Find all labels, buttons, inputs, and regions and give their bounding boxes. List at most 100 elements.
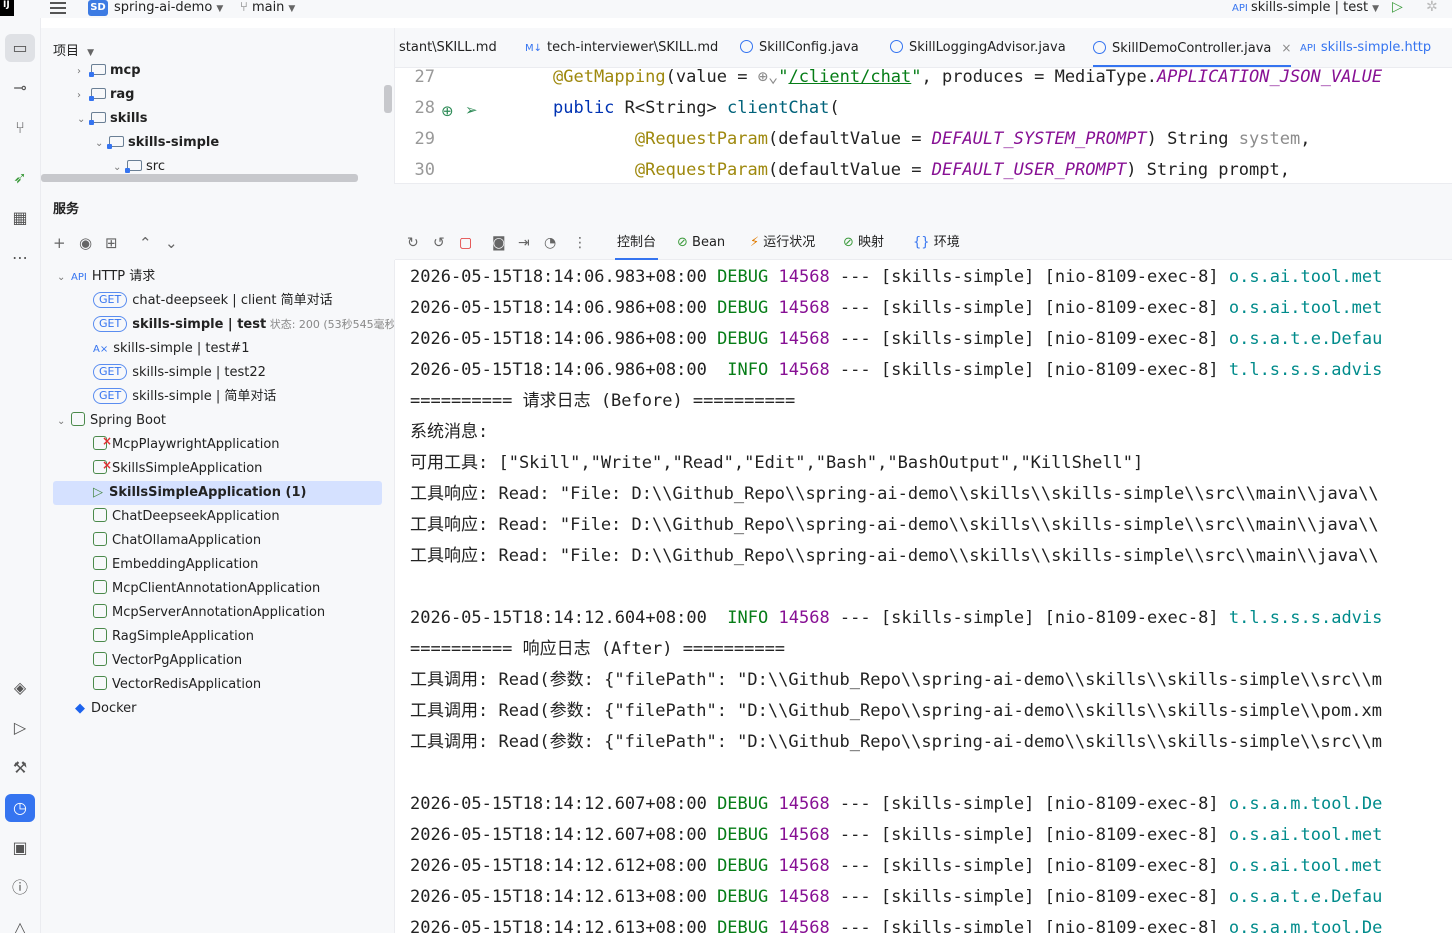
log-pid: 14568 bbox=[778, 825, 830, 845]
console-tab[interactable]: ⊘ 映射 bbox=[843, 226, 884, 260]
service-tree-item[interactable]: GET skills-simple | 简单对话 bbox=[41, 385, 394, 409]
project-tree-item[interactable]: › rag bbox=[77, 84, 135, 106]
service-tree-item[interactable]: VectorRedisApplication bbox=[41, 673, 394, 697]
console-tab[interactable]: ⚡ 运行状况 bbox=[750, 226, 815, 260]
editor-tab[interactable]: SkillDemoController.java × bbox=[1093, 28, 1292, 67]
new-group-icon[interactable]: ⊞ bbox=[105, 234, 118, 252]
editor-tab[interactable]: stant\SKILL.md bbox=[399, 28, 497, 67]
add-icon[interactable]: + bbox=[53, 234, 66, 252]
service-tree-item[interactable]: McpPlaywrightApplication bbox=[41, 429, 394, 457]
service-tree-item[interactable]: ◆ Docker bbox=[41, 697, 394, 721]
log-logger[interactable]: o.s.a.t.e.Defau bbox=[1229, 329, 1383, 349]
run-icon[interactable]: ▷ bbox=[5, 714, 35, 742]
chevron-down-icon[interactable]: ⌄ bbox=[57, 410, 71, 434]
pull-request-icon[interactable]: ⑂ bbox=[5, 114, 35, 142]
branch-selector[interactable]: ⑂ main ▼ bbox=[240, 0, 295, 18]
service-tree-item[interactable]: RagSimpleApplication bbox=[41, 625, 394, 649]
service-tree-item[interactable]: GET skills-simple | test 状态: 200 (53秒545毫… bbox=[41, 313, 394, 337]
service-tree-item[interactable]: ChatDeepseekApplication bbox=[41, 505, 394, 529]
service-tree-item[interactable]: GET skills-simple | test22 bbox=[41, 361, 394, 385]
web-endpoint-icon[interactable]: ⊕ bbox=[441, 102, 454, 120]
project-tree-item[interactable]: ⌄ skills bbox=[77, 108, 148, 130]
console-line: 工具响应: Read: "File: D:\\Github_Repo\\spri… bbox=[410, 510, 1379, 541]
run-config-selector[interactable]: API skills-simple | test ▼ bbox=[1232, 0, 1379, 18]
app-label: ChatOllamaApplication bbox=[112, 533, 262, 548]
service-tree-item[interactable]: VectorPgApplication bbox=[41, 649, 394, 673]
log-logger[interactable]: o.s.a.m.tool.De bbox=[1229, 918, 1383, 933]
code-line[interactable]: @RequestParam(defaultValue = DEFAULT_USE… bbox=[553, 160, 1290, 180]
close-icon[interactable]: × bbox=[1281, 41, 1291, 55]
warning-icon[interactable]: △ bbox=[5, 914, 35, 933]
console-tab[interactable]: {} 环境 bbox=[913, 226, 960, 260]
expand-all-icon[interactable]: ⌃ bbox=[139, 234, 152, 252]
layers-icon[interactable]: ◈ bbox=[5, 674, 35, 702]
app-logo-icon[interactable]: IJ bbox=[0, 0, 14, 16]
editor-tab[interactable]: API skills-simple.http bbox=[1300, 28, 1431, 67]
code-line[interactable]: @RequestParam(defaultValue = DEFAULT_SYS… bbox=[553, 129, 1311, 149]
rerun-debug-icon[interactable]: ↺ bbox=[433, 235, 445, 251]
folder-icon[interactable]: ▭ bbox=[5, 34, 35, 62]
service-tree-item[interactable]: ChatOllamaApplication bbox=[41, 529, 394, 553]
log-logger[interactable]: o.s.ai.tool.met bbox=[1229, 856, 1383, 876]
project-panel-title[interactable]: 项目 ▼ bbox=[53, 40, 94, 59]
console-tab[interactable]: ⊘ Bean bbox=[677, 226, 725, 260]
structure-icon[interactable]: ▦ bbox=[5, 204, 35, 232]
more-icon[interactable]: ⋯ bbox=[5, 244, 35, 272]
log-logger[interactable]: o.s.ai.tool.met bbox=[1229, 298, 1383, 318]
service-tree-item[interactable]: SkillsSimpleApplication bbox=[41, 453, 394, 481]
terminal-icon[interactable]: ▣ bbox=[5, 834, 35, 862]
editor-tab[interactable]: SkillConfig.java bbox=[740, 28, 859, 67]
project-selector[interactable]: spring-ai-demo ▼ bbox=[114, 0, 223, 18]
editor-tab[interactable]: M↓ tech-interviewer\SKILL.md bbox=[525, 28, 718, 67]
console-output[interactable]: 2026-05-15T18:14:06.983+08:00 DEBUG 1456… bbox=[395, 260, 1452, 933]
project-badge[interactable]: SD bbox=[88, 0, 108, 16]
http-method-badge: GET bbox=[93, 364, 128, 380]
console-line: 工具调用: Read(参数: {"filePath": "D:\\Github_… bbox=[410, 727, 1382, 758]
service-tree-item[interactable]: A× skills-simple | test#1 bbox=[41, 337, 394, 361]
debug-icon[interactable]: ✲ bbox=[1426, 0, 1438, 18]
code-line[interactable]: public R<String> clientChat( bbox=[553, 98, 840, 118]
service-tree-item[interactable]: McpClientAnnotationApplication bbox=[41, 577, 394, 601]
send-request-icon[interactable]: ➢ bbox=[465, 101, 478, 119]
more-icon[interactable]: ⋮ bbox=[573, 235, 587, 251]
eye-icon[interactable]: ◉ bbox=[79, 234, 92, 252]
commit-icon[interactable]: ⊸ bbox=[5, 74, 35, 102]
rocket-icon[interactable]: ➶ bbox=[5, 164, 35, 192]
gauge-icon[interactable]: ◔ bbox=[544, 235, 556, 251]
log-logger[interactable]: o.s.ai.tool.met bbox=[1229, 267, 1383, 287]
main-menu-icon[interactable] bbox=[50, 0, 68, 18]
services-icon[interactable]: ◷ bbox=[5, 794, 35, 822]
log-logger[interactable]: o.s.a.t.e.Defau bbox=[1229, 887, 1383, 907]
log-logger[interactable]: o.s.a.m.tool.De bbox=[1229, 794, 1383, 814]
stop-icon[interactable]: ▢ bbox=[459, 235, 472, 251]
service-tree-item[interactable]: ⌄ API HTTP 请求 bbox=[41, 265, 394, 290]
console-tab[interactable]: 控制台 bbox=[615, 226, 659, 260]
service-tree-item[interactable]: EmbeddingApplication bbox=[41, 553, 394, 577]
code-editor[interactable]: 27 @GetMapping(value = ⊕⌄"/client/chat", … bbox=[395, 68, 1452, 184]
app-label: SkillsSimpleApplication bbox=[112, 461, 263, 476]
log-logger[interactable]: t.l.s.s.s.advis bbox=[1229, 360, 1383, 380]
project-name: spring-ai-demo bbox=[114, 0, 213, 15]
http-method-badge: GET bbox=[93, 388, 128, 404]
run-icon[interactable]: ▷ bbox=[1392, 0, 1403, 18]
horizontal-scrollbar[interactable] bbox=[41, 174, 358, 182]
export-icon[interactable]: ⇥ bbox=[518, 235, 530, 251]
code-line[interactable]: @GetMapping(value = ⊕⌄"/client/chat", pr… bbox=[553, 68, 1382, 87]
editor-tab[interactable]: SkillLoggingAdvisor.java bbox=[890, 28, 1066, 67]
service-tree-item[interactable]: ⌄ Spring Boot bbox=[41, 409, 394, 434]
build-icon[interactable]: ⚒ bbox=[5, 754, 35, 782]
camera-icon[interactable]: ◙ bbox=[492, 235, 506, 251]
rerun-icon[interactable]: ↻ bbox=[407, 235, 419, 251]
vertical-scrollbar[interactable] bbox=[384, 85, 392, 113]
service-tree-item[interactable]: McpServerAnnotationApplication bbox=[41, 601, 394, 625]
problems-icon[interactable]: ⓘ bbox=[5, 874, 35, 902]
service-tree-item[interactable]: GET chat-deepseek | client 简单对话 bbox=[41, 289, 394, 313]
chevron-down-icon[interactable]: ⌄ bbox=[57, 266, 71, 290]
service-tree-item[interactable]: ▷ SkillsSimpleApplication (1) bbox=[53, 481, 382, 505]
log-logger[interactable]: o.s.ai.tool.met bbox=[1229, 825, 1383, 845]
log-logger[interactable]: t.l.s.s.s.advis bbox=[1229, 608, 1383, 628]
project-tree-item[interactable]: ⌄ skills-simple bbox=[95, 132, 219, 154]
project-tree-item[interactable]: › mcp bbox=[77, 60, 141, 82]
collapse-all-icon[interactable]: ⌄ bbox=[165, 234, 178, 252]
